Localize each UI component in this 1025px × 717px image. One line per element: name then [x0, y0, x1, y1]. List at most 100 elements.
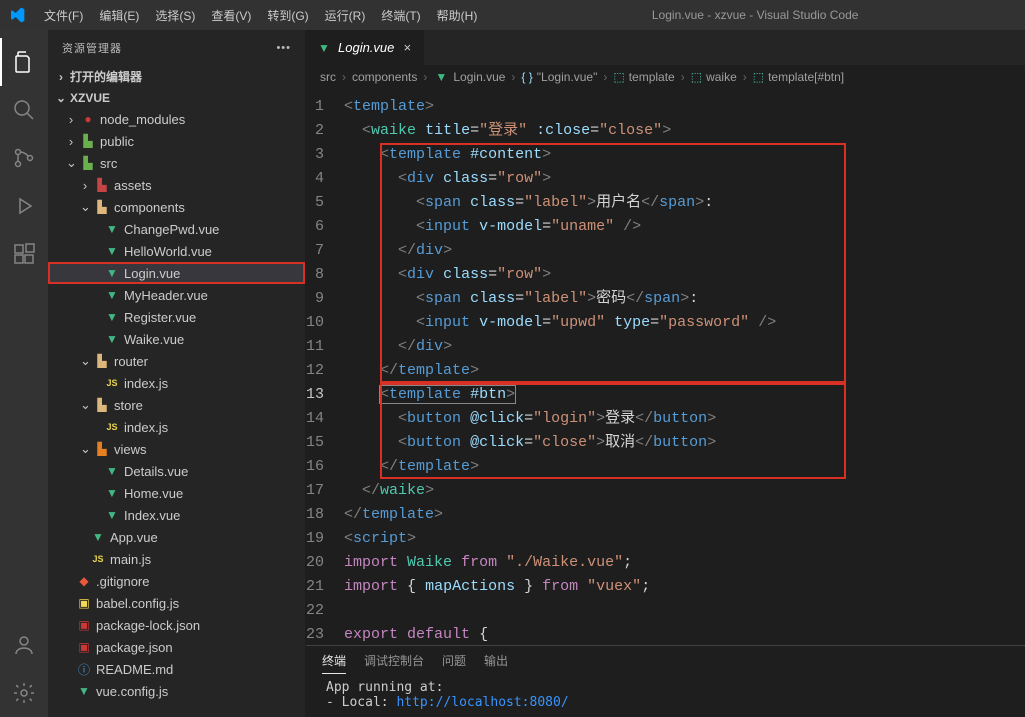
- npm-icon: ▣: [76, 617, 92, 633]
- vue-icon: ▼: [104, 243, 120, 259]
- term-line: App running at:: [326, 680, 1005, 695]
- explorer-sidebar: 资源管理器 ••• › 打开的编辑器 ⌄ XZVUE ›●node_module…: [48, 30, 306, 717]
- tree-label: vue.config.js: [96, 684, 168, 699]
- tree-readme[interactable]: ⓘREADME.md: [48, 658, 305, 680]
- tree-label: views: [114, 442, 147, 457]
- tree-public[interactable]: ›▙public: [48, 130, 305, 152]
- tree-pkg[interactable]: ▣package.json: [48, 636, 305, 658]
- crumb-components[interactable]: components: [352, 70, 417, 84]
- tree-home[interactable]: ▼Home.vue: [48, 482, 305, 504]
- folder-icon: ▙: [80, 155, 96, 171]
- tab-label: Login.vue: [338, 40, 394, 55]
- activity-search-icon[interactable]: [0, 86, 48, 134]
- crumb-login[interactable]: { }"Login.vue": [521, 70, 597, 84]
- window-title: Login.vue - xzvue - Visual Studio Code: [485, 8, 1025, 22]
- activity-explorer-icon[interactable]: [0, 38, 48, 86]
- activity-scm-icon[interactable]: [0, 134, 48, 182]
- folder-icon: ▙: [80, 133, 96, 149]
- code-lines: <template> <waike title="登录" :close="clo…: [344, 89, 776, 645]
- menu-view[interactable]: 查看(V): [203, 7, 259, 24]
- crumb-file[interactable]: ▼Login.vue: [433, 69, 505, 85]
- menu-goto[interactable]: 转到(G): [259, 7, 316, 24]
- babel-icon: ▣: [76, 595, 92, 611]
- tree-label: Details.vue: [124, 464, 188, 479]
- crumb-templatebtn[interactable]: ⬚template[#btn]: [753, 70, 844, 84]
- tree-pkglock[interactable]: ▣package-lock.json: [48, 614, 305, 636]
- term-tab-terminal[interactable]: 终端: [322, 652, 346, 674]
- activity-account-icon[interactable]: [0, 621, 48, 669]
- tree-label: README.md: [96, 662, 173, 677]
- term-tab-debug[interactable]: 调试控制台: [364, 652, 424, 674]
- term-line: - Local: http://localhost:8080/: [326, 695, 1005, 710]
- tree-store[interactable]: ⌄▙store: [48, 394, 305, 416]
- tree-myheader[interactable]: ▼MyHeader.vue: [48, 284, 305, 306]
- menu-run[interactable]: 运行(R): [317, 7, 374, 24]
- crumb-label: template: [629, 70, 675, 84]
- folder-icon: ▙: [94, 177, 110, 193]
- tree-vueconfig[interactable]: ▼ vue.config.js: [48, 680, 305, 702]
- tree-node-modules[interactable]: ›●node_modules: [48, 108, 305, 130]
- crumb-label: waike: [706, 70, 737, 84]
- tree-waike[interactable]: ▼Waike.vue: [48, 328, 305, 350]
- tree-label: components: [114, 200, 185, 215]
- tree-changepwd[interactable]: ▼ChangePwd.vue: [48, 218, 305, 240]
- menu-help[interactable]: 帮助(H): [429, 7, 486, 24]
- tree-label: src: [100, 156, 117, 171]
- tree-appvue[interactable]: ▼App.vue: [48, 526, 305, 548]
- npm-icon: ●: [80, 111, 96, 127]
- activity-settings-icon[interactable]: [0, 669, 48, 717]
- crumb-label: "Login.vue": [537, 70, 598, 84]
- tab-login[interactable]: ▼ Login.vue ×: [306, 30, 425, 65]
- close-icon[interactable]: ×: [400, 40, 414, 55]
- tree-register[interactable]: ▼Register.vue: [48, 306, 305, 328]
- tree-views[interactable]: ⌄▙views: [48, 438, 305, 460]
- terminal-tabs: 终端 调试控制台 问题 输出: [306, 646, 1025, 678]
- activity-debug-icon[interactable]: [0, 182, 48, 230]
- tree-components[interactable]: ⌄▙components: [48, 196, 305, 218]
- sidebar-title: 资源管理器 •••: [48, 30, 305, 65]
- js-icon: JS: [104, 419, 120, 435]
- code-editor[interactable]: 1234567891011121314151617181920212223 <t…: [306, 89, 1025, 645]
- tree-gitignore[interactable]: ◆.gitignore: [48, 570, 305, 592]
- tree-store-index[interactable]: JSindex.js: [48, 416, 305, 438]
- activity-extensions-icon[interactable]: [0, 230, 48, 278]
- crumb-waike[interactable]: ⬚waike: [691, 70, 737, 84]
- menu-terminal[interactable]: 终端(T): [373, 7, 428, 24]
- tree-details[interactable]: ▼ Details.vue: [48, 460, 305, 482]
- more-icon[interactable]: •••: [276, 42, 291, 54]
- tree-label: assets: [114, 178, 152, 193]
- line-gutter: 1234567891011121314151617181920212223: [306, 89, 344, 645]
- term-tab-problems[interactable]: 问题: [442, 652, 466, 674]
- tree-src[interactable]: ⌄▙src: [48, 152, 305, 174]
- open-editors-label: 打开的编辑器: [70, 68, 142, 85]
- npm-icon: ▣: [76, 639, 92, 655]
- js-icon: JS: [90, 551, 106, 567]
- file-tree: ›●node_modules ›▙public ⌄▙src ›▙assets ⌄…: [48, 108, 305, 717]
- crumb-src[interactable]: src: [320, 70, 336, 84]
- git-icon: ◆: [76, 573, 92, 589]
- vue-icon: ▼: [104, 463, 120, 479]
- tree-label: router: [114, 354, 148, 369]
- menu-select[interactable]: 选择(S): [147, 7, 203, 24]
- menu-file[interactable]: 文件(F): [36, 7, 91, 24]
- tree-login[interactable]: ▼Login.vue: [48, 262, 305, 284]
- tree-assets[interactable]: ›▙assets: [48, 174, 305, 196]
- tree-helloworld[interactable]: ▼HelloWorld.vue: [48, 240, 305, 262]
- terminal-output[interactable]: App running at: - Local: http://localhos…: [306, 678, 1025, 717]
- crumb-template[interactable]: ⬚template: [613, 70, 674, 84]
- section-open-editors[interactable]: › 打开的编辑器: [48, 65, 305, 88]
- tree-router[interactable]: ⌄▙router: [48, 350, 305, 372]
- tree-label: Home.vue: [124, 486, 183, 501]
- tree-label: index.js: [124, 376, 168, 391]
- menu-edit[interactable]: 编辑(E): [91, 7, 147, 24]
- tree-indexvue[interactable]: ▼Index.vue: [48, 504, 305, 526]
- tree-babel[interactable]: ▣babel.config.js: [48, 592, 305, 614]
- folder-icon: ▙: [94, 441, 110, 457]
- vue-icon: ▼: [76, 683, 92, 699]
- tree-mainjs[interactable]: JSmain.js: [48, 548, 305, 570]
- tree-router-index[interactable]: JSindex.js: [48, 372, 305, 394]
- section-project[interactable]: ⌄ XZVUE: [48, 88, 305, 108]
- vue-icon: ▼: [90, 529, 106, 545]
- term-tab-output[interactable]: 输出: [484, 652, 508, 674]
- tree-label: Register.vue: [124, 310, 196, 325]
